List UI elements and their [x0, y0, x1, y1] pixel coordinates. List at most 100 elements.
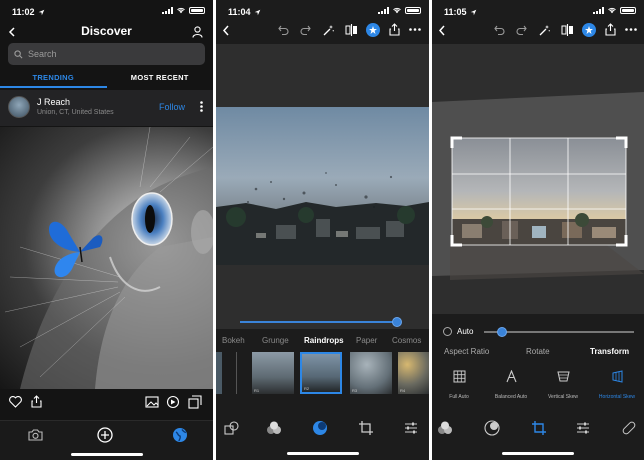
tab-most-recent[interactable]: MOST RECENT — [107, 70, 214, 88]
editing-photo[interactable] — [216, 107, 429, 265]
edit-image-icon[interactable] — [145, 396, 159, 408]
undo-icon[interactable] — [278, 25, 289, 35]
page-title: Discover — [81, 24, 132, 38]
filter-cosmos[interactable]: Cosmos — [392, 336, 421, 345]
undo-icon[interactable] — [494, 25, 505, 35]
wifi-icon — [392, 7, 402, 14]
status-time: 11:04 — [228, 7, 251, 17]
tool-vertical-skew[interactable]: Vertical Skew — [538, 370, 588, 400]
discover-screen: 11:02 Discover TRENDING MOST RECENT J Re… — [0, 0, 213, 460]
camera-icon[interactable] — [28, 429, 43, 441]
location-arrow-icon — [38, 9, 45, 16]
thumbnail-label: R4 — [400, 388, 406, 393]
adjustments-icon[interactable] — [404, 421, 418, 435]
vertical-ellipsis-icon[interactable] — [200, 101, 203, 112]
share-icon[interactable] — [31, 395, 42, 408]
intensity-slider-handle[interactable] — [391, 317, 402, 327]
crop-options: Aspect Ratio Rotate Transform — [432, 347, 644, 359]
adjustments-icon[interactable] — [576, 421, 590, 435]
thumbnail-r3[interactable]: R3 — [350, 352, 392, 394]
raindrops-city-image — [216, 107, 429, 265]
copy-icon[interactable] — [188, 395, 202, 409]
tool-label: Balanced Auto — [494, 394, 528, 400]
editor-canvas — [216, 44, 429, 329]
option-rotate[interactable]: Rotate — [526, 347, 550, 356]
follow-button[interactable]: Follow — [159, 102, 185, 112]
editor-toolbar — [432, 20, 644, 42]
heal-icon[interactable] — [224, 421, 239, 436]
share-icon[interactable] — [389, 23, 400, 36]
tool-full-auto[interactable]: Full Auto — [434, 370, 484, 400]
plus-circle-icon[interactable] — [97, 427, 113, 443]
magic-wand-icon[interactable] — [539, 24, 551, 36]
looks-editor-screen: 11:04 Bokeh Grunge Raindrops Paper Cosmo… — [216, 0, 429, 460]
auto-toggle[interactable] — [443, 327, 452, 336]
transform-preview[interactable] — [432, 44, 644, 314]
editor-toolbar — [216, 20, 429, 42]
chevron-left-icon[interactable] — [438, 25, 446, 36]
remix-icon[interactable] — [166, 395, 180, 409]
home-indicator — [502, 452, 574, 455]
straighten-slider-handle[interactable] — [497, 327, 507, 337]
editor-tool-tabs — [216, 418, 429, 442]
wifi-icon — [607, 7, 617, 14]
intensity-slider-track[interactable] — [240, 321, 400, 323]
magic-wand-icon[interactable] — [323, 24, 335, 36]
post-username[interactable]: J Reach — [37, 97, 70, 107]
compare-icon[interactable] — [345, 24, 358, 36]
option-transform[interactable]: Transform — [590, 347, 629, 356]
more-horizontal-icon[interactable] — [625, 28, 637, 31]
overlays-icon[interactable] — [484, 420, 500, 436]
signal-icon — [378, 7, 389, 14]
redo-icon[interactable] — [516, 25, 527, 35]
post-photo[interactable] — [0, 127, 213, 389]
status-bar: 11:02 — [0, 0, 213, 20]
filter-bokeh[interactable]: Bokeh — [222, 336, 245, 345]
post-header: J Reach Union, CT, United States Follow — [0, 90, 213, 126]
tool-horizontal-skew[interactable]: Horizontal Skew — [592, 370, 642, 400]
battery-icon — [405, 7, 421, 14]
overlays-icon[interactable] — [312, 420, 328, 436]
status-bar: 11:05 — [432, 0, 644, 20]
vertical-skew-icon — [556, 370, 570, 383]
favorite-star-icon[interactable] — [582, 23, 596, 37]
thumbnail-r2-selected[interactable]: R2 — [300, 352, 342, 394]
person-icon[interactable] — [192, 26, 203, 38]
battery-icon — [189, 7, 205, 14]
tab-trending[interactable]: TRENDING — [0, 70, 107, 88]
heart-icon[interactable] — [9, 396, 22, 408]
home-indicator — [70, 453, 143, 456]
filter-grunge[interactable]: Grunge — [262, 336, 289, 345]
status-bar: 11:04 — [216, 0, 429, 20]
thumbnail-partial[interactable] — [216, 352, 222, 394]
chevron-left-icon[interactable] — [222, 25, 230, 36]
bandage-icon[interactable] — [622, 421, 636, 435]
crop-icon[interactable] — [359, 421, 373, 435]
looks-icon[interactable] — [266, 421, 282, 435]
thumbnail-label: R2 — [304, 386, 310, 391]
favorite-star-icon[interactable] — [366, 23, 380, 37]
tool-label: Vertical Skew — [547, 394, 578, 400]
share-icon[interactable] — [605, 23, 616, 36]
filter-paper[interactable]: Paper — [356, 336, 377, 345]
bottom-nav — [0, 420, 213, 460]
tool-balanced-auto[interactable]: Balanced Auto — [486, 370, 536, 400]
looks-icon[interactable] — [437, 421, 453, 435]
option-aspect-ratio[interactable]: Aspect Ratio — [444, 347, 489, 356]
redo-icon[interactable] — [300, 25, 311, 35]
filter-raindrops[interactable]: Raindrops — [304, 336, 344, 345]
compare-icon[interactable] — [561, 24, 574, 36]
crop-icon[interactable] — [532, 421, 546, 435]
search-bar[interactable] — [8, 43, 205, 65]
thumbnail-r1[interactable]: R1 — [252, 352, 294, 394]
tool-label: Horizontal Skew — [598, 394, 636, 400]
crop-canvas — [432, 44, 644, 314]
thumbnail-r4[interactable]: R4 — [398, 352, 429, 394]
avatar[interactable] — [8, 96, 30, 118]
globe-icon[interactable] — [172, 427, 188, 443]
search-input[interactable] — [28, 49, 178, 59]
divider — [236, 352, 237, 394]
thumbnail-label: R1 — [254, 388, 260, 393]
grid-icon — [453, 370, 466, 383]
more-horizontal-icon[interactable] — [409, 28, 421, 31]
